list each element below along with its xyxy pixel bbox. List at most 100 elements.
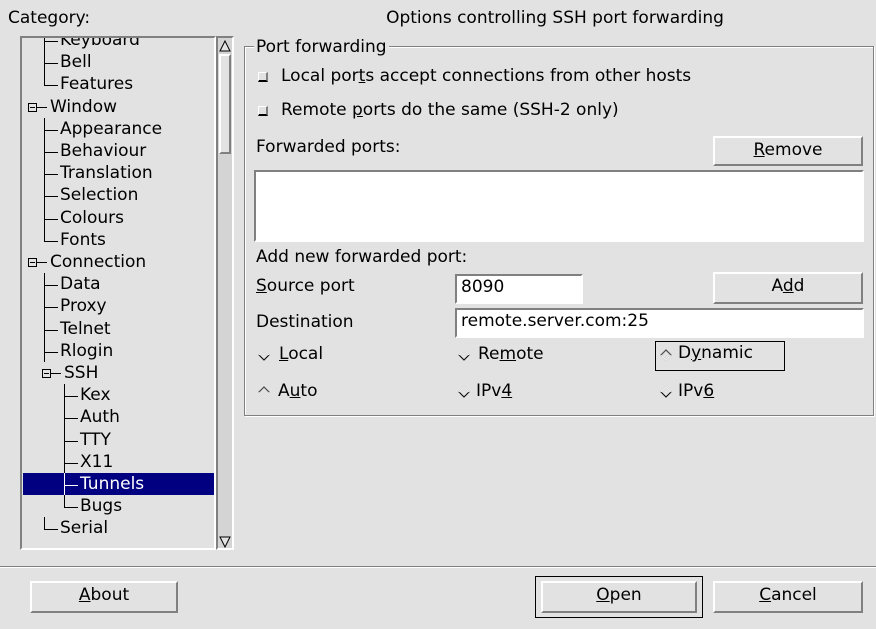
tree-item-tunnels[interactable]: Tunnels <box>23 473 214 495</box>
scroll-down-arrow-icon[interactable] <box>218 534 232 549</box>
tree-item-appearance[interactable]: Appearance <box>60 118 162 140</box>
tree-connector <box>44 63 58 65</box>
tree-item-x11[interactable]: X11 <box>80 451 113 473</box>
tree-connector <box>64 485 78 486</box>
tree-connector <box>44 73 45 86</box>
category-tree[interactable]: Keyboard Bell Features Window Appearance Beha… <box>20 36 216 550</box>
tree-connector <box>44 129 58 131</box>
tree-item-telnet[interactable]: Telnet <box>60 318 111 340</box>
local-accept-label[interactable]: Local ports accept connections from othe… <box>281 66 691 86</box>
tree-item-proxy[interactable]: Proxy <box>60 295 107 317</box>
tree-collapse-icon[interactable] <box>42 369 51 378</box>
tree-item-serial[interactable]: Serial <box>60 517 108 539</box>
remove-button[interactable]: Remove <box>713 136 863 166</box>
category-label: Category: <box>8 8 91 28</box>
tree-connector <box>44 351 58 353</box>
tree-item-kex[interactable]: Kex <box>80 384 111 406</box>
tree-connector <box>44 85 58 87</box>
tree-item-auth[interactable]: Auth <box>80 406 120 428</box>
tree-item-data[interactable]: Data <box>60 273 101 295</box>
dynamic-radio-icon[interactable] <box>660 349 672 361</box>
ipv4-radio-icon[interactable] <box>458 386 470 398</box>
tree-item-features[interactable]: Features <box>60 73 133 95</box>
scroll-up-arrow-icon[interactable] <box>218 38 232 52</box>
forwarded-ports-list[interactable] <box>254 170 864 242</box>
local-radio-icon[interactable] <box>258 349 270 361</box>
remote-same-label[interactable]: Remote ports do the same (SSH-2 only) <box>281 100 619 120</box>
auto-radio-icon[interactable] <box>258 386 270 398</box>
tree-connector <box>37 106 47 108</box>
cancel-button[interactable]: Cancel <box>713 581 863 613</box>
destination-input[interactable]: remote.server.com:25 <box>455 308 864 338</box>
tree-connector <box>64 418 78 420</box>
ipv4-radio-label[interactable]: IPv4 <box>476 381 512 401</box>
tree-connector <box>44 184 45 207</box>
bottom-divider <box>0 566 876 568</box>
scroll-thumb[interactable] <box>219 54 231 154</box>
tree-connector <box>64 450 65 473</box>
tree-connector <box>44 240 58 242</box>
remote-radio-label[interactable]: Remote <box>478 344 544 364</box>
tree-item-tty[interactable]: TTY <box>80 429 111 451</box>
tree-item-behaviour[interactable]: Behaviour <box>60 140 146 162</box>
tree-connector <box>44 140 45 163</box>
tree-connector <box>64 462 78 464</box>
forwarded-ports-label: Forwarded ports: <box>256 137 401 157</box>
tree-scrollbar[interactable] <box>216 36 234 550</box>
tree-item-bugs[interactable]: Bugs <box>80 495 122 517</box>
tree-connector <box>64 428 65 451</box>
add-new-port-label: Add new forwarded port: <box>256 247 468 267</box>
add-button[interactable]: Add <box>713 272 863 304</box>
tree-connector <box>44 41 58 42</box>
tree-connector <box>44 152 58 153</box>
tree-connector <box>44 162 45 185</box>
remote-radio-icon[interactable] <box>458 349 470 361</box>
local-accept-checkbox[interactable] <box>258 72 268 82</box>
tree-connector <box>44 174 58 176</box>
auto-radio-label[interactable]: Auto <box>278 381 318 401</box>
tree-connector <box>44 285 58 287</box>
about-button[interactable]: About <box>30 581 178 613</box>
ipv6-radio-label[interactable]: IPv6 <box>678 381 714 401</box>
tree-item-fonts[interactable]: Fonts <box>60 229 106 251</box>
tree-item-bell[interactable]: Bell <box>60 51 92 73</box>
tree-connector <box>64 473 65 496</box>
tree-item-colours[interactable]: Colours <box>60 207 124 229</box>
tree-connector <box>64 396 78 398</box>
tree-item-connection[interactable]: Connection <box>50 251 146 273</box>
remote-same-checkbox[interactable] <box>258 106 268 116</box>
tree-connector <box>51 373 61 374</box>
ipv6-radio-icon[interactable] <box>660 386 672 398</box>
tree-item-window[interactable]: Window <box>50 96 117 118</box>
panel-title: Options controlling SSH port forwarding <box>386 8 724 28</box>
tree-connector <box>44 51 45 74</box>
tree-connector <box>44 196 58 198</box>
tree-item-ssh[interactable]: SSH <box>64 362 98 384</box>
destination-label: Destination <box>256 312 354 332</box>
tree-connector <box>44 317 45 340</box>
tree-connector <box>44 218 58 220</box>
tree-connector <box>44 295 45 318</box>
source-port-input[interactable]: 8090 <box>455 274 583 304</box>
tree-connector <box>64 495 65 508</box>
tree-connector <box>64 507 78 509</box>
tree-connector <box>44 206 45 229</box>
local-radio-label[interactable]: Local <box>279 344 323 364</box>
tree-collapse-icon[interactable] <box>28 258 37 267</box>
tree-connector <box>44 529 58 531</box>
tree-connector <box>64 440 78 442</box>
tree-connector <box>44 228 45 241</box>
tree-item-keyboard[interactable]: Keyboard <box>60 38 140 51</box>
open-button[interactable]: Open <box>541 581 697 613</box>
tree-item-rlogin[interactable]: Rlogin <box>60 340 113 362</box>
tree-item-translation[interactable]: Translation <box>60 162 153 184</box>
tree-connector <box>44 117 45 140</box>
tree-item-selection[interactable]: Selection <box>60 184 138 206</box>
dynamic-radio-label[interactable]: Dynamic <box>678 343 753 363</box>
port-forwarding-group-title: Port forwarding <box>254 37 389 57</box>
tree-connector <box>64 406 65 429</box>
tree-connector <box>64 384 65 407</box>
tree-collapse-icon[interactable] <box>28 102 37 112</box>
tree-connector <box>44 273 45 296</box>
tree-connector <box>44 329 58 331</box>
